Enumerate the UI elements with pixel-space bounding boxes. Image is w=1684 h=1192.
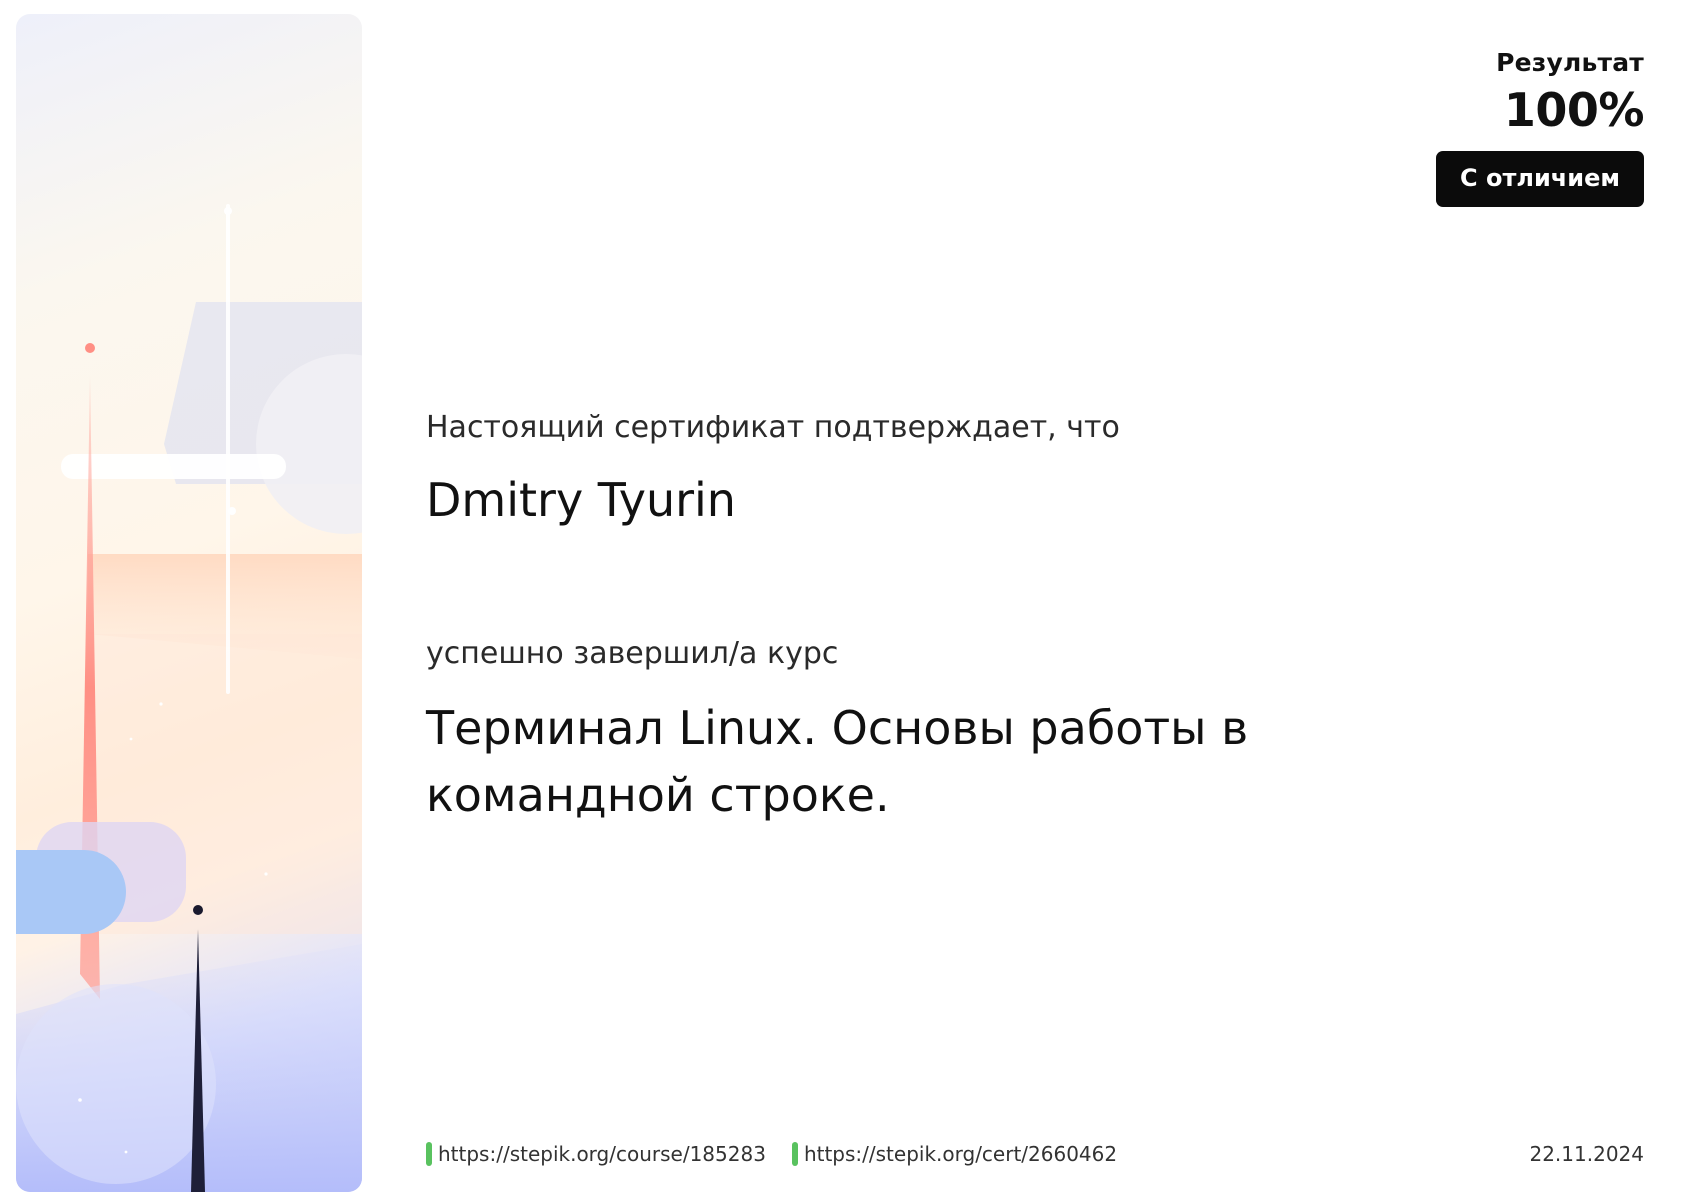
recipient-name: Dmitry Tyurin	[426, 473, 736, 527]
course-title: Терминал Linux. Основы работы в командно…	[426, 701, 1249, 822]
certificate-footer: https://stepik.org/course/185283 https:/…	[426, 1140, 1644, 1168]
certificate-url[interactable]: https://stepik.org/cert/2660462	[804, 1142, 1117, 1166]
issue-date: 22.11.2024	[1529, 1142, 1644, 1166]
decorative-art-panel	[16, 14, 362, 1192]
certificate-link[interactable]: https://stepik.org/cert/2660462	[791, 1142, 1117, 1166]
certificate-intro: Настоящий сертификат подтверждает, что	[426, 410, 1120, 445]
course-url[interactable]: https://stepik.org/course/185283	[438, 1142, 766, 1166]
green-marker-icon	[791, 1142, 798, 1166]
distinction-badge: С отличием	[1436, 151, 1644, 207]
abstract-illustration	[16, 204, 362, 1192]
completion-text: успешно завершил/а курс	[426, 636, 839, 672]
course-link[interactable]: https://stepik.org/course/185283	[426, 1142, 766, 1166]
certificate-body: Настоящий сертификат подтверждает, что D…	[426, 408, 1526, 829]
result-block: Результат 100% С отличием	[1436, 48, 1644, 207]
result-value: 100%	[1503, 83, 1645, 137]
result-label: Результат	[1496, 48, 1644, 77]
green-marker-icon	[426, 1142, 432, 1166]
